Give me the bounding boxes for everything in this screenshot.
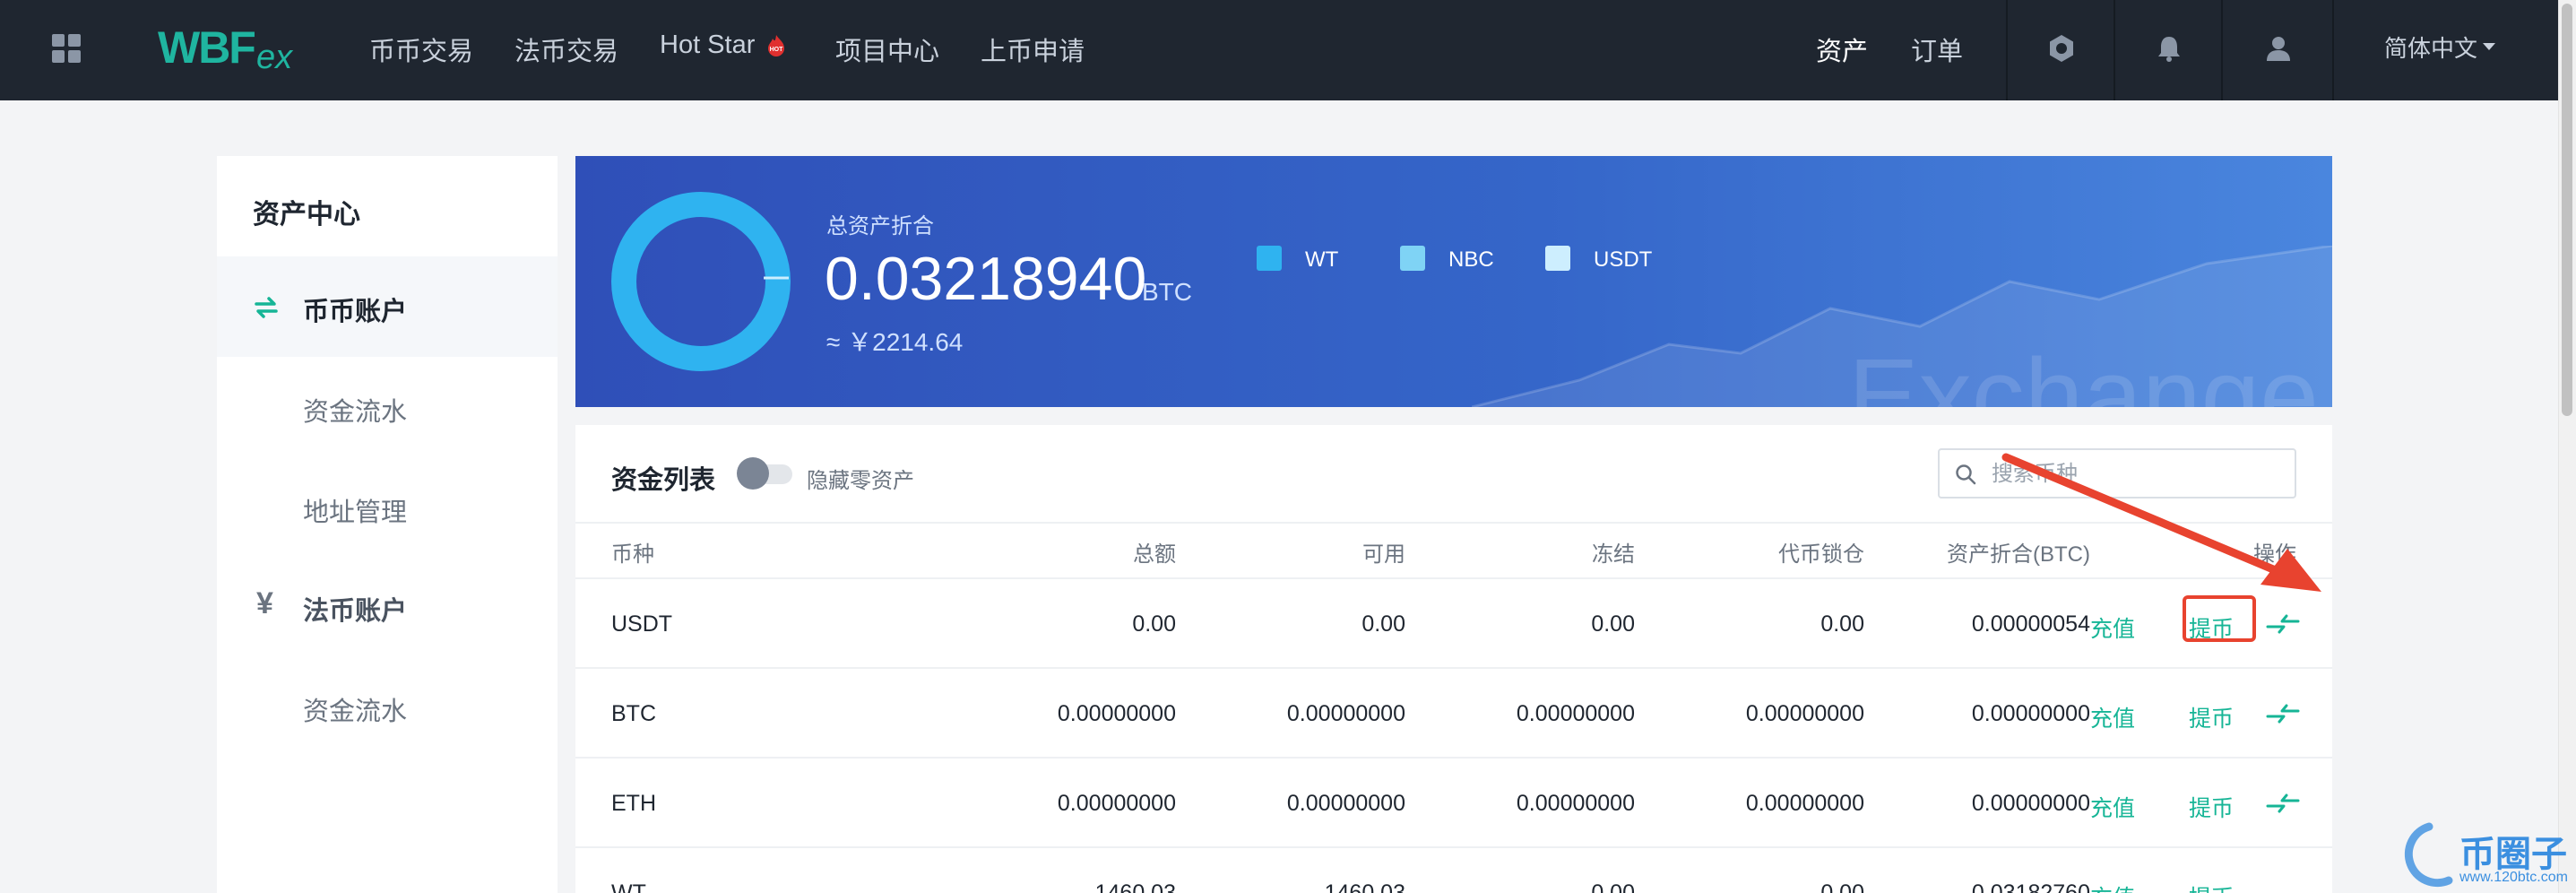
asset-sidebar: 资产中心 币币账户 资金流水 地址管理 ¥ 法币账户 资金流水 (217, 156, 558, 893)
cell-total: 0.00 (1132, 611, 1176, 637)
withdraw-link[interactable]: 提币 (2189, 791, 2234, 823)
fund-list-title: 资金列表 (611, 466, 716, 495)
nav-hot-star[interactable]: Hot Star (660, 30, 755, 60)
col-header-locked: 代币锁仓 (1778, 542, 1864, 567)
legend-label-usdt: USDT (1594, 247, 1653, 272)
svg-text:ex: ex (256, 39, 294, 76)
cell-coin: USDT (611, 611, 673, 637)
wbfex-logo[interactable]: WBF ex (158, 20, 319, 77)
legend-swatch-usdt (1545, 246, 1570, 271)
deposit-link[interactable]: 充值 (2090, 701, 2135, 733)
withdraw-highlight-box (2183, 595, 2256, 642)
hide-zero-toggle[interactable] (737, 457, 794, 490)
exchange-watermark: Exchange (1848, 337, 2319, 407)
sidebar-item-address-management[interactable]: 地址管理 (303, 491, 407, 529)
legend-label-nbc: NBC (1448, 247, 1494, 272)
nav-spot-trading[interactable]: 币币交易 (369, 30, 473, 68)
withdraw-link[interactable]: 提币 (2189, 880, 2234, 893)
caret-down-icon[interactable] (2483, 43, 2495, 50)
top-navbar: WBF ex 币币交易 法币交易 Hot Star HOT 项目中心 上币申请 … (0, 0, 2558, 100)
cell-frozen: 0.00000000 (1516, 701, 1635, 726)
divider (2332, 0, 2334, 100)
divider (2006, 0, 2008, 100)
divider (575, 757, 2332, 759)
svg-text:HOT: HOT (770, 47, 784, 53)
legend-swatch-wt (1257, 246, 1282, 271)
svg-text:WBF: WBF (158, 22, 255, 73)
bell-icon[interactable] (2153, 32, 2185, 65)
apps-grid-icon[interactable] (52, 34, 81, 63)
exchange-arrows-icon (255, 297, 278, 318)
cell-coin: ETH (611, 791, 656, 816)
hot-flame-icon: HOT (768, 35, 784, 56)
col-header-available: 可用 (1362, 542, 1405, 567)
deposit-link[interactable]: 充值 (2090, 880, 2135, 893)
divider (2221, 0, 2223, 100)
total-assets-cny: ≈ ￥2214.64 (826, 328, 964, 356)
cell-btc-value: 0.00000000 (1971, 701, 2090, 726)
transfer-icon[interactable] (2266, 703, 2300, 724)
language-selector[interactable]: 简体中文 (2384, 30, 2477, 64)
sidebar-title: 资产中心 (253, 200, 360, 230)
cell-locked: 0.00 (1820, 611, 1864, 637)
sidebar-item-spot-flow[interactable]: 资金流水 (303, 391, 407, 429)
cell-available: 0.00000000 (1286, 791, 1405, 816)
cell-available: 0.00000000 (1286, 701, 1405, 726)
transfer-icon[interactable] (2266, 613, 2300, 635)
divider (575, 846, 2332, 848)
divider (2114, 0, 2115, 100)
cell-frozen: 0.00000000 (1516, 791, 1635, 816)
withdraw-link[interactable]: 提币 (2189, 701, 2234, 733)
hide-zero-label: 隐藏零资产 (807, 469, 914, 493)
watermark-url: www.120btc.com (2459, 870, 2568, 885)
cell-frozen: 0.00 (1591, 880, 1635, 893)
col-header-coin: 币种 (611, 542, 654, 567)
annotation-arrow-icon (2001, 453, 2321, 592)
user-avatar-icon[interactable] (2262, 32, 2295, 65)
total-assets-label: 总资产折合 (826, 214, 934, 238)
cell-locked: 0.00000000 (1745, 791, 1864, 816)
total-assets-unit: BTC (1142, 278, 1192, 306)
total-assets-value: 0.03218940 (825, 245, 1147, 313)
nav-orders[interactable]: 订单 (1911, 30, 1963, 68)
settings-hexagon-icon[interactable] (2045, 32, 2078, 65)
nav-assets[interactable]: 资产 (1816, 30, 1868, 68)
divider (575, 667, 2332, 669)
cell-available: 0.00 (1361, 611, 1405, 637)
cell-btc-value: 0.03182760 (1971, 880, 2090, 893)
col-header-frozen: 冻结 (1592, 542, 1635, 567)
sidebar-item-spot-account[interactable]: 币币账户 (303, 290, 407, 328)
scrollbar-thumb[interactable] (2562, 4, 2572, 416)
total-assets-banner: Exchange 总资产折合 0.03218940 BTC ≈ ￥2214.64… (575, 156, 2332, 407)
cell-btc-value: 0.00000000 (1971, 791, 2090, 816)
nav-otc-trading[interactable]: 法币交易 (514, 30, 618, 68)
cell-coin: BTC (611, 701, 656, 726)
yen-icon: ¥ (256, 586, 273, 620)
cell-total: 0.00000000 (1057, 701, 1176, 726)
cell-btc-value: 0.00000054 (1971, 611, 2090, 637)
cell-total: 1460.03 (1094, 880, 1176, 893)
transfer-icon[interactable] (2266, 793, 2300, 814)
cell-locked: 0.00 (1820, 880, 1864, 893)
search-icon (1956, 464, 1976, 485)
cell-coin: WT (611, 880, 646, 893)
nav-listing-application[interactable]: 上币申请 (981, 30, 1085, 68)
nav-project-center[interactable]: 项目中心 (835, 30, 939, 68)
col-header-total: 总额 (1133, 542, 1176, 567)
legend-label-wt: WT (1305, 247, 1339, 272)
asset-donut-chart (611, 192, 791, 371)
legend-swatch-nbc (1400, 246, 1425, 271)
sidebar-item-fiat-flow[interactable]: 资金流水 (303, 690, 407, 728)
cell-frozen: 0.00 (1591, 611, 1635, 637)
deposit-link[interactable]: 充值 (2090, 791, 2135, 823)
cell-available: 1460.03 (1324, 880, 1405, 893)
deposit-link[interactable]: 充值 (2090, 611, 2135, 644)
sidebar-item-fiat-account[interactable]: 法币账户 (303, 590, 407, 628)
cell-locked: 0.00000000 (1745, 701, 1864, 726)
cell-total: 0.00000000 (1057, 791, 1176, 816)
